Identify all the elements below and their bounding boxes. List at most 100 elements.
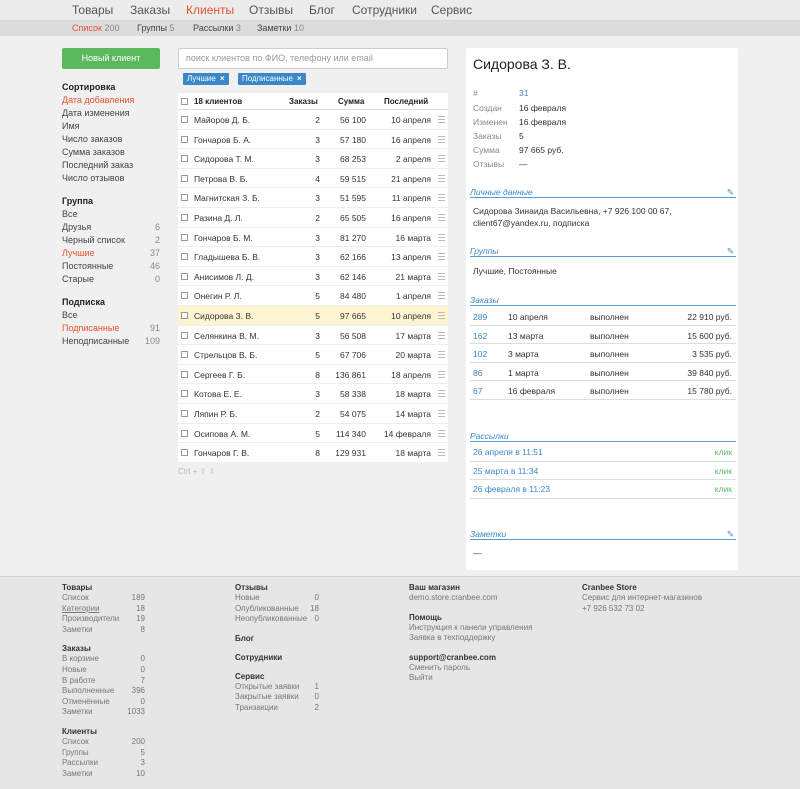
- search-input[interactable]: поиск клиентов по ФИО, телефону или emai…: [178, 48, 448, 69]
- footer-link[interactable]: Закрытые заявки 0: [235, 692, 319, 703]
- mailing-row[interactable]: 25 марта в 11:34 клик: [470, 462, 736, 480]
- footer-link[interactable]: Список 200: [62, 737, 145, 748]
- drag-handle-icon[interactable]: [438, 351, 445, 359]
- footer-heading[interactable]: Отзывы: [235, 582, 319, 593]
- order-id[interactable]: 86: [473, 368, 482, 378]
- order-row[interactable]: 289 10 апреля выполнен 22 910 руб.: [470, 307, 736, 326]
- table-row[interactable]: Петрова В. Б. 4 59 515 21 апреля: [178, 169, 448, 189]
- table-row[interactable]: Селянкина В. М. 3 56 508 17 марта: [178, 326, 448, 346]
- drag-handle-icon[interactable]: [438, 272, 445, 280]
- footer-link[interactable]: Группы 5: [62, 748, 145, 759]
- nav-item-clients[interactable]: Клиенты: [186, 3, 234, 17]
- subscription-option[interactable]: Неподписанные 109: [62, 335, 160, 348]
- footer-link[interactable]: Выйти: [409, 673, 549, 684]
- group-option[interactable]: Друзья 6: [62, 221, 160, 234]
- drag-handle-icon[interactable]: [438, 233, 445, 241]
- table-row[interactable]: Гончаров Б. М. 3 81 270 16 марта: [178, 228, 448, 248]
- drag-handle-icon[interactable]: [438, 155, 445, 163]
- nav-item-staff[interactable]: Сотрудники: [352, 3, 417, 17]
- footer-link[interactable]: Новые 0: [62, 665, 145, 676]
- order-row[interactable]: 102 3 марта выполнен 3 535 руб.: [470, 344, 736, 363]
- footer-heading[interactable]: Товары: [62, 582, 145, 593]
- row-checkbox[interactable]: [181, 449, 188, 457]
- order-row[interactable]: 86 1 марта выполнен 39 840 руб.: [470, 363, 736, 381]
- footer-heading[interactable]: Ваш магазин: [409, 582, 549, 593]
- drag-handle-icon[interactable]: [438, 116, 445, 123]
- footer-link[interactable]: В работе 7: [62, 676, 145, 687]
- footer-link[interactable]: Выполненные 396: [62, 686, 145, 697]
- order-id[interactable]: 102: [473, 349, 487, 359]
- group-option[interactable]: Черный список 2: [62, 234, 160, 247]
- row-checkbox[interactable]: [181, 214, 188, 221]
- footer-link[interactable]: Транзакции 2: [235, 703, 319, 714]
- table-row[interactable]: Разина Д. Л. 2 65 505 16 апреля: [178, 208, 448, 228]
- edit-icon[interactable]: ✎: [727, 246, 734, 257]
- table-row[interactable]: Котова Е. Е. 3 58 338 18 марта: [178, 384, 448, 404]
- sort-option[interactable]: Дата добавления: [62, 94, 160, 107]
- row-checkbox[interactable]: [181, 292, 188, 300]
- footer-link[interactable]: Заметки 10: [62, 769, 145, 780]
- meta-id[interactable]: 31: [519, 88, 528, 98]
- subnav-list[interactable]: Список 200: [72, 23, 120, 33]
- footer-link[interactable]: Неопубликованные 0: [235, 614, 319, 625]
- table-row[interactable]: Гладышева Б. В. 3 62 166 13 апреля: [178, 247, 448, 267]
- footer-heading[interactable]: Заказы: [62, 643, 145, 654]
- footer-link[interactable]: Производители 19: [62, 614, 145, 625]
- mailing-row[interactable]: 26 февраля в 11:23 клик: [470, 480, 736, 499]
- footer-heading[interactable]: Помощь: [409, 612, 549, 623]
- close-icon[interactable]: ×: [297, 74, 302, 83]
- row-checkbox[interactable]: [181, 135, 188, 143]
- drag-handle-icon[interactable]: [438, 253, 445, 261]
- select-all-checkbox[interactable]: [181, 98, 188, 105]
- drag-handle-icon[interactable]: [438, 214, 445, 221]
- table-row[interactable]: Онегин Р. Л. 5 84 480 1 апреля: [178, 286, 448, 306]
- drag-handle-icon[interactable]: [438, 429, 445, 437]
- footer-heading[interactable]: Cranbee Store: [582, 582, 722, 593]
- table-row[interactable]: Гончаров Б. А. 3 57 180 16 апреля: [178, 130, 448, 150]
- row-checkbox[interactable]: [181, 174, 188, 182]
- row-checkbox[interactable]: [181, 272, 188, 280]
- footer-link[interactable]: Сервис для интернет-магазинов: [582, 593, 722, 604]
- footer-heading[interactable]: support@cranbee.com: [409, 652, 549, 663]
- drag-handle-icon[interactable]: [438, 174, 445, 182]
- footer-heading[interactable]: Клиенты: [62, 726, 145, 737]
- nav-item-products[interactable]: Товары: [72, 3, 113, 17]
- nav-item-blog[interactable]: Блог: [309, 3, 335, 17]
- footer-link[interactable]: Список 189: [62, 593, 145, 604]
- row-checkbox[interactable]: [181, 390, 188, 398]
- footer-link[interactable]: Сменить пароль: [409, 663, 549, 674]
- drag-handle-icon[interactable]: [438, 370, 445, 378]
- table-row[interactable]: Ляпин Р. Б. 2 54 075 14 марта: [178, 404, 448, 424]
- header-orders[interactable]: Заказы: [289, 97, 318, 106]
- group-option[interactable]: Лучшие 37: [62, 247, 160, 260]
- footer-link[interactable]: +7 926 532 73 02: [582, 604, 722, 615]
- nav-item-reviews[interactable]: Отзывы: [249, 3, 293, 17]
- new-client-button[interactable]: Новый клиент: [62, 48, 160, 69]
- sort-option[interactable]: Число отзывов: [62, 172, 160, 185]
- sort-option[interactable]: Последний заказ: [62, 159, 160, 172]
- footer-link[interactable]: В корзине 0: [62, 654, 145, 665]
- group-option[interactable]: Старые 0: [62, 273, 160, 286]
- header-sum[interactable]: Сумма: [338, 97, 364, 106]
- nav-item-orders[interactable]: Заказы: [130, 3, 170, 17]
- footer-heading[interactable]: Сервис: [235, 671, 319, 682]
- drag-handle-icon[interactable]: [438, 194, 445, 202]
- row-checkbox[interactable]: [181, 312, 188, 319]
- footer-link[interactable]: Заметки 1033: [62, 707, 145, 718]
- table-row[interactable]: Анисимов Л. Д. 3 62 146 21 марта: [178, 267, 448, 287]
- header-last[interactable]: Последний: [384, 97, 428, 106]
- table-row[interactable]: Майоров Д. Б. 2 56 100 10 апреля: [178, 110, 448, 130]
- edit-icon[interactable]: ✎: [727, 529, 734, 540]
- footer-link[interactable]: Опубликованные 18: [235, 604, 319, 615]
- order-row[interactable]: 67 16 февраля выполнен 15 780 руб.: [470, 381, 736, 400]
- footer-heading[interactable]: Блог: [235, 633, 319, 644]
- table-row[interactable]: Сидорова Т. М. 3 68 253 2 апреля: [178, 149, 448, 169]
- row-checkbox[interactable]: [181, 233, 188, 241]
- drag-handle-icon[interactable]: [438, 312, 445, 319]
- edit-icon[interactable]: ✎: [727, 187, 734, 198]
- nav-item-service[interactable]: Сервис: [431, 3, 472, 17]
- row-checkbox[interactable]: [181, 351, 188, 359]
- row-checkbox[interactable]: [181, 155, 188, 163]
- footer-link[interactable]: demo.store.cranbee.com: [409, 593, 549, 604]
- row-checkbox[interactable]: [181, 410, 188, 417]
